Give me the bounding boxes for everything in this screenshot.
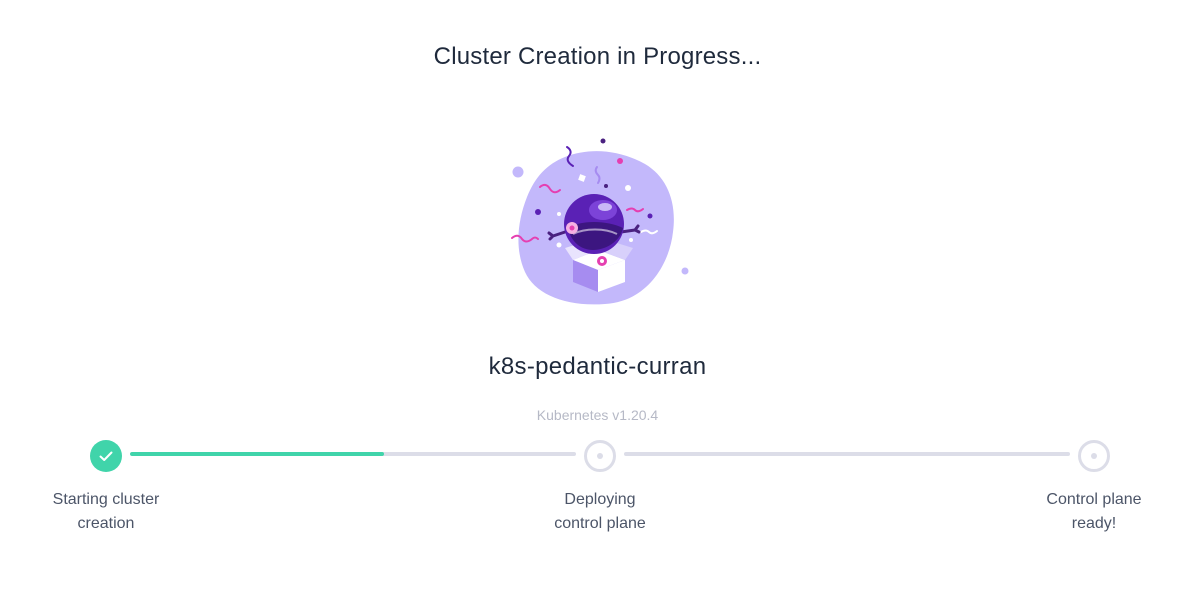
step-2-pending-indicator: [584, 440, 616, 472]
cluster-creation-page: Cluster Creation in Progress... k8s-peda…: [0, 0, 1195, 594]
step-1-label-line-1: Starting cluster: [52, 491, 160, 508]
progress-track-1: [130, 452, 576, 456]
check-icon: [99, 451, 113, 461]
step-2-label: Deploying control plane: [520, 488, 680, 536]
step-2-label-line-2: control plane: [554, 515, 646, 532]
step-1-complete-indicator: [90, 440, 122, 472]
step-1-label: Starting cluster creation: [26, 488, 186, 536]
step-2-label-line-1: Deploying: [564, 491, 636, 508]
step-3-label: Control plane ready!: [1014, 488, 1174, 536]
pending-dot-icon: [1091, 453, 1097, 459]
step-1-label-line-2: creation: [77, 515, 135, 532]
step-3-pending-indicator: [1078, 440, 1110, 472]
progress-track-1-fill: [130, 452, 385, 456]
progress-stepper: Starting cluster creation Deploying cont…: [0, 0, 1195, 594]
step-3-label-line-1: Control plane: [1046, 491, 1142, 508]
pending-dot-icon: [597, 453, 603, 459]
step-3-label-line-2: ready!: [1071, 515, 1117, 532]
progress-track-2: [624, 452, 1070, 456]
